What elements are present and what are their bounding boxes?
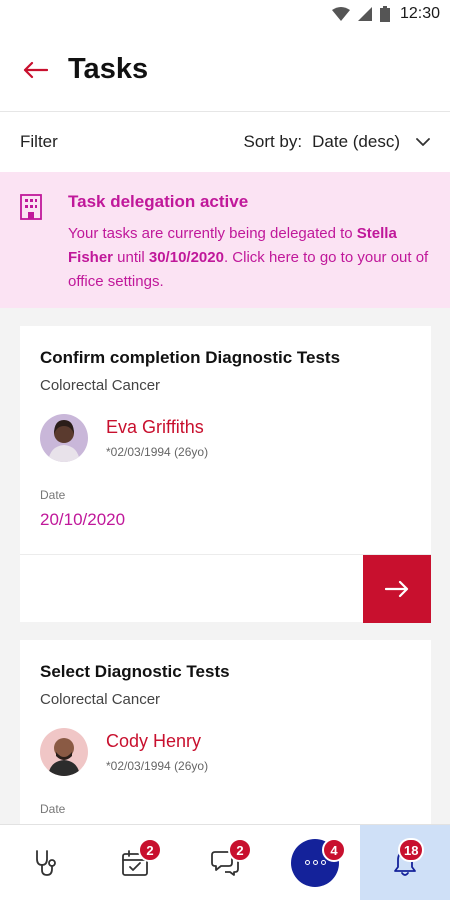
- nav-messages[interactable]: 2: [180, 825, 270, 900]
- task-date: 20/10/2020: [40, 510, 126, 529]
- back-button[interactable]: [18, 53, 52, 87]
- page-title: Tasks: [68, 53, 149, 85]
- wifi-icon: [331, 7, 350, 21]
- task-condition: Colorectal Cancer: [40, 377, 161, 394]
- notification-badge: 2: [138, 838, 162, 862]
- building-icon: [20, 194, 42, 220]
- delegation-title: Task delegation active: [68, 192, 249, 211]
- bottom-navigation: 2 2 4 18: [0, 824, 450, 900]
- patient-row: Eva Griffiths *02/03/1994 (26yo): [40, 414, 411, 462]
- patient-dob: *02/03/1994 (26yo): [106, 759, 209, 773]
- delegation-message: Your tasks are currently being delegated…: [68, 225, 429, 290]
- notification-badge: 2: [228, 838, 252, 862]
- avatar: [40, 728, 88, 776]
- patient-row: Cody Henry *02/03/1994 (26yo): [40, 728, 411, 776]
- date-label: Date: [40, 802, 66, 816]
- date-label: Date: [40, 488, 66, 502]
- notification-badge: 4: [322, 838, 346, 862]
- card-footer: [20, 554, 431, 623]
- nav-profile[interactable]: 4: [270, 825, 360, 900]
- task-title: Select Diagnostic Tests: [40, 662, 230, 681]
- stethoscope-icon: [36, 849, 56, 876]
- battery-icon: [379, 6, 390, 22]
- task-card: Select Diagnostic Tests Colorectal Cance…: [20, 640, 431, 840]
- sort-dropdown[interactable]: Sort by: Date (desc): [244, 132, 430, 152]
- sort-label: Sort by:: [243, 132, 303, 151]
- chevron-down-icon: [416, 137, 430, 146]
- task-title: Confirm completion Diagnostic Tests: [40, 348, 341, 367]
- sort-value: Date (desc): [312, 132, 400, 151]
- delegation-banner[interactable]: Task delegation active Your tasks are cu…: [0, 172, 450, 308]
- clock: 12:30: [399, 5, 440, 22]
- filter-bar: Filter Sort by: Date (desc): [0, 112, 450, 172]
- delegation-until-date: 30/10/2020: [148, 249, 224, 266]
- patient-name-link[interactable]: Eva Griffiths: [106, 417, 208, 438]
- notification-badge: 18: [398, 838, 425, 862]
- status-bar: 12:30: [0, 0, 450, 28]
- task-card: Confirm completion Diagnostic Tests Colo…: [20, 326, 431, 623]
- arrow-right-icon: [385, 580, 409, 598]
- app-header: Tasks: [0, 28, 450, 112]
- signal-icon: [357, 7, 372, 21]
- back-arrow-icon: [23, 61, 48, 78]
- task-condition: Colorectal Cancer: [40, 691, 161, 708]
- filter-button[interactable]: Filter: [20, 132, 58, 152]
- avatar: [40, 414, 88, 462]
- patient-dob: *02/03/1994 (26yo): [106, 445, 209, 459]
- nav-clinical[interactable]: [0, 825, 90, 900]
- open-task-button[interactable]: [363, 555, 431, 623]
- patient-name-link[interactable]: Cody Henry: [106, 731, 208, 752]
- nav-notifications[interactable]: 18: [360, 825, 450, 900]
- nav-tasks[interactable]: 2: [90, 825, 180, 900]
